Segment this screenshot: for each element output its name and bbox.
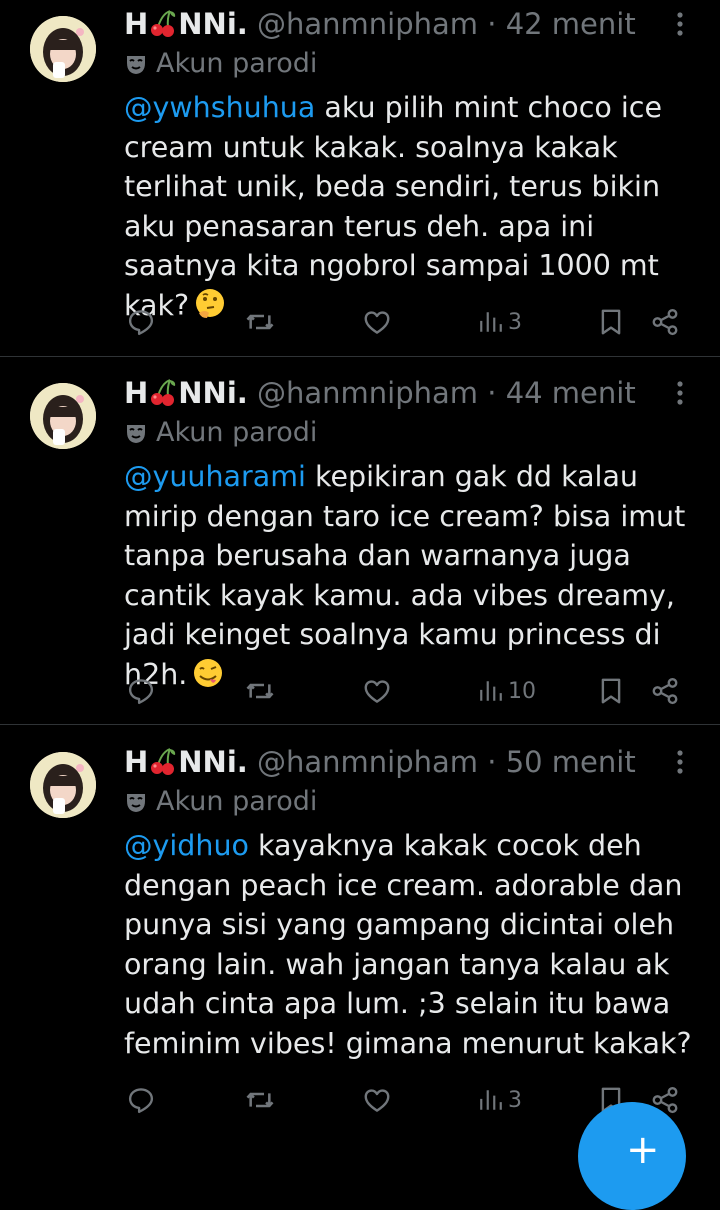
avatar[interactable] [30,16,96,82]
reply-icon [128,679,154,705]
display-name[interactable]: H NNi. [124,7,248,41]
separator: · [487,7,497,41]
compose-button[interactable]: + [578,1102,686,1210]
share-button[interactable] [650,671,680,711]
share-button[interactable] [650,302,680,342]
share-icon [652,677,678,705]
mention-link[interactable]: @ywhshuhua [124,91,315,124]
views-count: 3 [508,309,522,335]
views-count: 10 [508,678,536,704]
views-icon [480,681,502,701]
tweet-header: H NNi. @hanmnipham · 42 menit [124,4,636,44]
cherries-emoji [151,379,176,406]
tweet-text: @yuuharami kepikiran gak dd kalau mirip … [124,457,714,695]
tweet-header: H NNi. @hanmnipham · 44 menit [124,373,636,413]
mask-icon [127,56,145,74]
like-icon [364,680,390,703]
views-count: 3 [508,1087,522,1113]
tweet-text-content: kayaknya kakak cocok deh dengan peach ic… [124,829,692,1060]
cherries-emoji [151,10,176,37]
like-button[interactable] [362,671,392,711]
display-name[interactable]: H NNi. [124,376,248,410]
bookmark-button[interactable] [596,302,626,342]
tweet-actions: 10 [0,671,720,711]
retweet-icon [246,1092,274,1108]
timestamp[interactable]: 44 menit [506,376,636,410]
cherries-emoji [151,748,176,775]
views-icon [480,312,502,332]
reply-button[interactable] [126,671,156,711]
parody-label: Akun parodi [124,784,317,820]
views-icon [480,1090,502,1110]
avatar[interactable] [30,383,96,449]
retweet-button[interactable] [244,671,276,711]
bookmark-icon [601,678,621,704]
user-handle[interactable]: @hanmnipham [257,745,478,779]
like-icon [364,1089,390,1112]
reply-icon [128,1088,154,1114]
tweet-actions: 3 [0,302,720,342]
parody-label: Akun parodi [124,46,317,82]
mention-link[interactable]: @yuuharami [124,460,306,493]
separator: · [487,745,497,779]
more-icon[interactable] [664,8,696,40]
tweet[interactable]: H NNi. @hanmnipham · 42 menit Akun parodi… [0,0,720,357]
reply-button[interactable] [126,302,156,342]
user-handle[interactable]: @hanmnipham [257,7,478,41]
more-icon[interactable] [664,377,696,409]
views-button[interactable]: 3 [478,1080,522,1120]
timestamp[interactable]: 42 menit [506,7,636,41]
retweet-icon [246,314,274,330]
plus-icon: + [626,1127,660,1173]
retweet-button[interactable] [244,302,276,342]
views-button[interactable]: 3 [478,302,522,342]
retweet-button[interactable] [244,1080,276,1120]
tweet[interactable]: H NNi. @hanmnipham · 50 menit Akun parodi… [0,725,720,1148]
parody-label: Akun parodi [124,415,317,451]
like-button[interactable] [362,302,392,342]
reply-button[interactable] [126,1080,156,1120]
mask-icon [127,794,145,812]
tweet-text: @yidhuo kayaknya kakak cocok deh dengan … [124,826,714,1064]
separator: · [487,376,497,410]
user-handle[interactable]: @hanmnipham [257,376,478,410]
tweet-text: @ywhshuhua aku pilih mint choco ice crea… [124,88,714,326]
timestamp[interactable]: 50 menit [506,745,636,779]
mention-link[interactable]: @yidhuo [124,829,249,862]
tweet-header: H NNi. @hanmnipham · 50 menit [124,742,636,782]
views-button[interactable]: 10 [478,671,536,711]
like-icon [364,311,390,334]
avatar[interactable] [30,752,96,818]
mask-icon [127,425,145,443]
like-button[interactable] [362,1080,392,1120]
more-icon[interactable] [664,746,696,778]
bookmark-icon [601,309,621,335]
display-name[interactable]: H NNi. [124,745,248,779]
bookmark-button[interactable] [596,671,626,711]
retweet-icon [246,683,274,699]
share-icon [652,308,678,336]
reply-icon [128,310,154,336]
tweet[interactable]: H NNi. @hanmnipham · 44 menit Akun parodi… [0,357,720,725]
